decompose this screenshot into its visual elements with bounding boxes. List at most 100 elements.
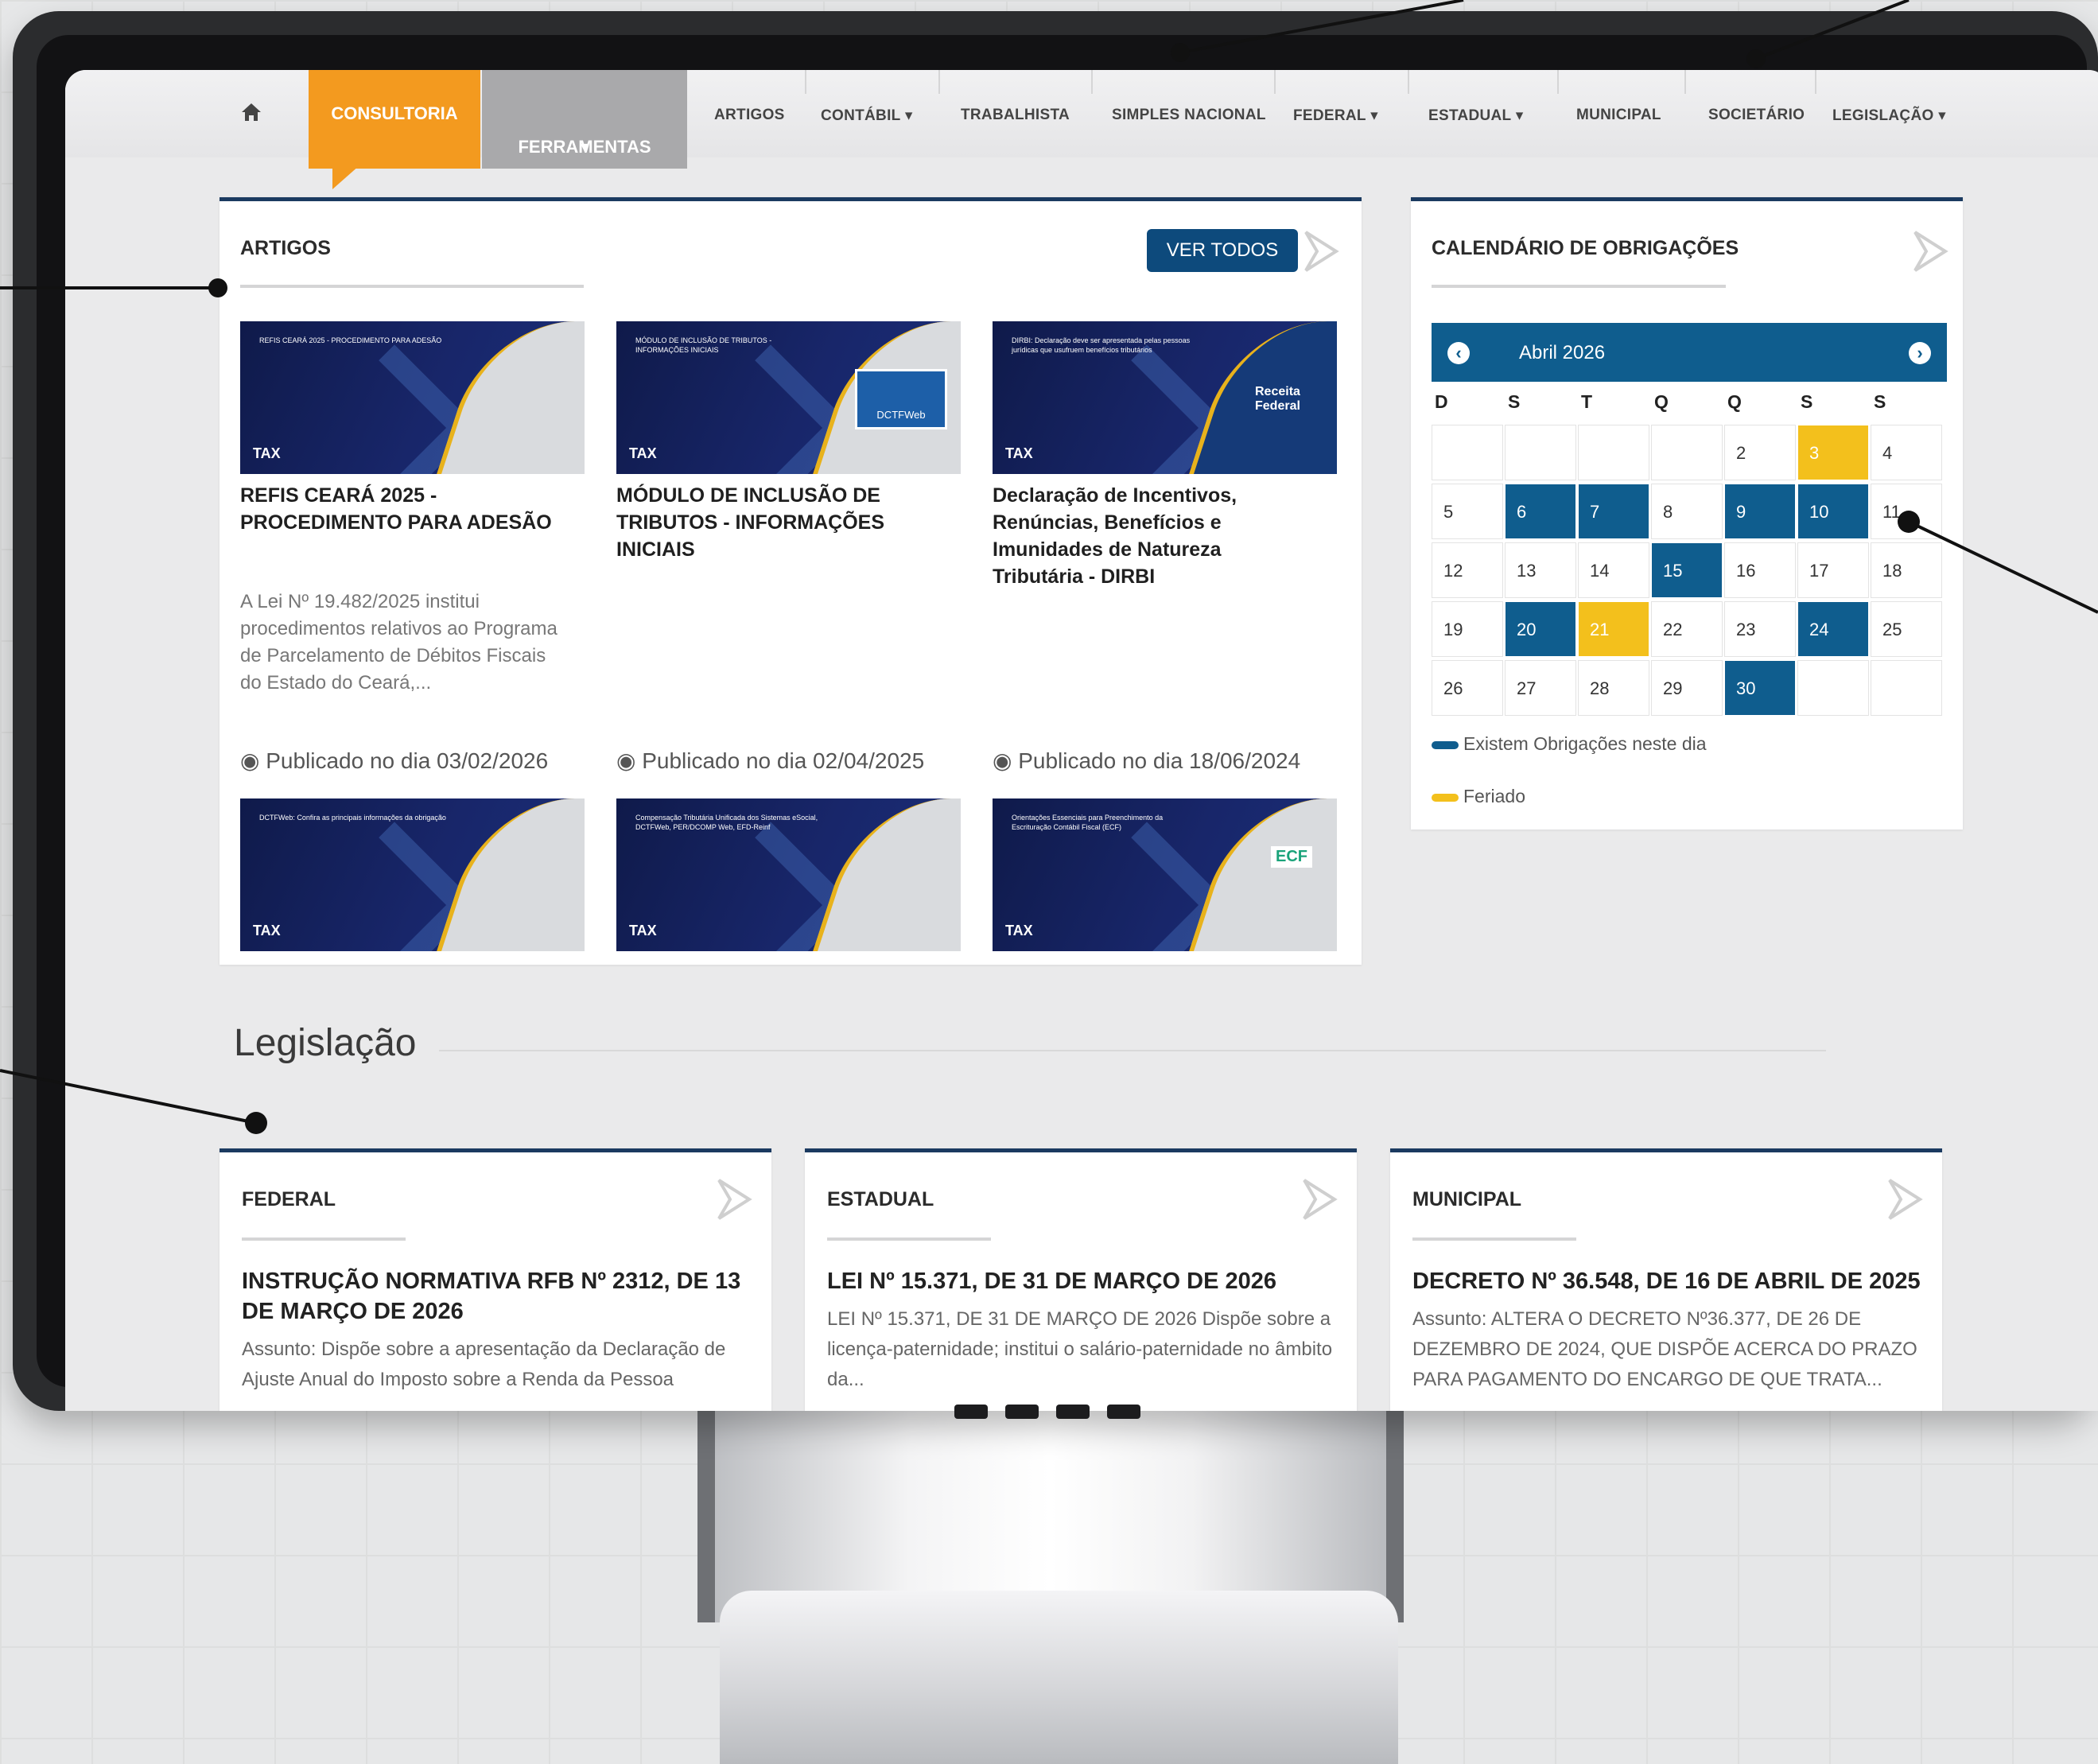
- calendar-empty-cell: [1578, 425, 1649, 480]
- law-summary: Assunto: ALTERA O DECRETO Nº36.377, DE 2…: [1412, 1308, 1917, 1390]
- article-date-text: Publicado no dia 18/06/2024: [1018, 748, 1301, 773]
- thumb-heading: DIRBI: Declaração deve ser apresentada p…: [1012, 336, 1191, 354]
- calendar-day[interactable]: 29: [1651, 660, 1723, 716]
- article-title[interactable]: Declaração de Incentivos, Renúncias, Ben…: [993, 482, 1311, 590]
- nav-item-societario[interactable]: SOCIETÁRIO: [1708, 107, 1805, 124]
- article-thumbnail[interactable]: DCTFWeb: Confira as principais informaçõ…: [240, 798, 585, 951]
- monitor-frame: CONSULTORIA FERRAMENTAS ▾ ARTIGOS CONTÁB…: [13, 11, 2098, 1411]
- calendar-day[interactable]: 14: [1578, 542, 1649, 598]
- calendar-day[interactable]: 4: [1871, 425, 1942, 480]
- nav-divider: [805, 70, 806, 94]
- tax-logo: TAX: [253, 445, 281, 461]
- nav-item-federal-label: FEDERAL: [1293, 107, 1366, 124]
- nav-item-estadual[interactable]: ESTADUAL ▾: [1428, 107, 1524, 125]
- photo-panel: [437, 798, 585, 951]
- calendar-day[interactable]: 30: [1724, 660, 1796, 716]
- calendar-day[interactable]: 5: [1432, 484, 1503, 539]
- calendar-day[interactable]: 22: [1651, 601, 1723, 657]
- calendar-day[interactable]: 21: [1578, 601, 1649, 657]
- calendar-day[interactable]: 20: [1505, 601, 1576, 657]
- article-thumbnail[interactable]: Orientações Essenciais para Preenchiment…: [993, 798, 1337, 951]
- calendar-day[interactable]: 8: [1651, 484, 1723, 539]
- article-thumbnail[interactable]: MÓDULO DE INCLUSÃO DE TRIBUTOS - INFORMA…: [616, 321, 961, 474]
- nav-tab-ferramentas[interactable]: FERRAMENTAS ▾: [482, 70, 687, 169]
- nav-item-trabalhista[interactable]: TRABALHISTA: [961, 107, 1070, 124]
- thumb-heading: REFIS CEARÁ 2025 - PROCEDIMENTO PARA ADE…: [259, 336, 442, 344]
- calendar-day[interactable]: 24: [1797, 601, 1869, 657]
- tax-logo: TAX: [629, 445, 657, 461]
- thumb-heading: Orientações Essenciais para Preenchiment…: [1012, 814, 1164, 831]
- send-arrow-icon: [1303, 1179, 1338, 1220]
- nav-tab-consultoria[interactable]: CONSULTORIA: [309, 70, 480, 189]
- calendar-month: Abril 2026: [1519, 342, 1606, 363]
- law-summary: Assunto: Dispõe sobre a apresentação da …: [242, 1339, 726, 1390]
- law-title[interactable]: INSTRUÇÃO NORMATIVA RFB Nº 2312, DE 13 D…: [242, 1266, 751, 1327]
- calendar-day[interactable]: 9: [1724, 484, 1796, 539]
- calendar-day[interactable]: 27: [1505, 660, 1576, 716]
- calendar-day[interactable]: 10: [1797, 484, 1869, 539]
- calendar-weekday: D: [1435, 391, 1448, 412]
- nav-item-legislacao[interactable]: LEGISLAÇÃO ▾: [1832, 107, 1946, 125]
- monitor-bezel: CONSULTORIA FERRAMENTAS ▾ ARTIGOS CONTÁB…: [37, 35, 2098, 1411]
- chevron-down-icon: ▾: [904, 107, 913, 124]
- calendar-day[interactable]: 7: [1578, 484, 1649, 539]
- arrow-right-circle-icon[interactable]: ›: [1909, 342, 1931, 364]
- nav-divider: [1091, 70, 1093, 94]
- legislacao-section-title: Legislação: [234, 1022, 417, 1064]
- calendar-day[interactable]: 12: [1432, 542, 1503, 598]
- section-divider: [439, 1050, 1826, 1051]
- home-icon[interactable]: [240, 102, 262, 128]
- calendar-day[interactable]: 17: [1797, 542, 1869, 598]
- nav-tab-consultoria-label: CONSULTORIA: [331, 103, 458, 123]
- nav-divider: [1684, 70, 1686, 94]
- artigos-title: ARTIGOS: [240, 237, 331, 259]
- chevron-down-icon: ▾: [1938, 107, 1946, 124]
- send-arrow-icon: [1913, 231, 1948, 272]
- calendar-day[interactable]: 25: [1871, 601, 1942, 657]
- article-title[interactable]: REFIS CEARÁ 2025 - PROCEDIMENTO PARA ADE…: [240, 482, 574, 536]
- article-thumbnail[interactable]: Compensação Tributária Unificada dos Sis…: [616, 798, 961, 951]
- calendar-day[interactable]: 11: [1871, 484, 1942, 539]
- calendar-header: ‹ Abril 2026 ›: [1432, 323, 1947, 382]
- chevron-down-icon: ▾: [580, 138, 589, 156]
- law-title[interactable]: DECRETO Nº 36.548, DE 16 DE ABRIL DE 202…: [1412, 1266, 1921, 1296]
- tax-logo: TAX: [1005, 445, 1033, 461]
- title-underline: [240, 285, 584, 288]
- calendar-empty-cell: [1797, 660, 1869, 716]
- nav-item-municipal[interactable]: MUNICIPAL: [1576, 107, 1661, 124]
- article-title[interactable]: MÓDULO DE INCLUSÃO DE TRIBUTOS - INFORMA…: [616, 482, 950, 563]
- calendar-empty-cell: [1871, 660, 1942, 716]
- legend-swatch-yellow: [1432, 793, 1459, 802]
- article-thumbnail[interactable]: DIRBI: Declaração deve ser apresentada p…: [993, 321, 1337, 474]
- top-nav: CONSULTORIA FERRAMENTAS ▾ ARTIGOS CONTÁB…: [65, 70, 2098, 189]
- calendar-day[interactable]: 16: [1724, 542, 1796, 598]
- thumb-heading: Compensação Tributária Unificada dos Sis…: [635, 814, 818, 831]
- law-title[interactable]: LEI Nº 15.371, DE 31 DE MARÇO DE 2026: [827, 1266, 1336, 1296]
- nav-item-simples-nacional[interactable]: SIMPLES NACIONAL: [1112, 107, 1266, 124]
- nav-item-federal[interactable]: FEDERAL ▾: [1293, 107, 1378, 125]
- nav-item-artigos[interactable]: ARTIGOS: [714, 107, 785, 124]
- calendar-day[interactable]: 15: [1651, 542, 1723, 598]
- calendar-day[interactable]: 18: [1871, 542, 1942, 598]
- tax-logo: TAX: [253, 923, 281, 938]
- nav-item-contabil[interactable]: CONTÁBIL ▾: [821, 107, 913, 125]
- article-date: ◉ Publicado no dia 02/04/2025: [616, 748, 924, 774]
- calendar-weekday: S: [1874, 391, 1886, 412]
- legend-feriado: Feriado: [1432, 786, 1525, 807]
- send-arrow-icon: [1304, 231, 1339, 272]
- calendar-day[interactable]: 2: [1724, 425, 1796, 480]
- calendar-day[interactable]: 26: [1432, 660, 1503, 716]
- calendar-weekday: S: [1801, 391, 1813, 412]
- calendar-day[interactable]: 23: [1724, 601, 1796, 657]
- calendar-day[interactable]: 28: [1578, 660, 1649, 716]
- calendar-day[interactable]: 3: [1797, 425, 1869, 480]
- arrow-left-circle-icon[interactable]: ‹: [1447, 342, 1470, 364]
- calendar-day[interactable]: 13: [1505, 542, 1576, 598]
- nav-item-estadual-label: ESTADUAL: [1428, 107, 1512, 124]
- legend-obrigacoes: Existem Obrigações neste dia: [1432, 733, 1707, 755]
- send-arrow-icon: [1888, 1179, 1923, 1220]
- calendar-day[interactable]: 6: [1505, 484, 1576, 539]
- article-thumbnail[interactable]: REFIS CEARÁ 2025 - PROCEDIMENTO PARA ADE…: [240, 321, 585, 474]
- ver-todos-button[interactable]: VER TODOS: [1147, 229, 1298, 272]
- calendar-day[interactable]: 19: [1432, 601, 1503, 657]
